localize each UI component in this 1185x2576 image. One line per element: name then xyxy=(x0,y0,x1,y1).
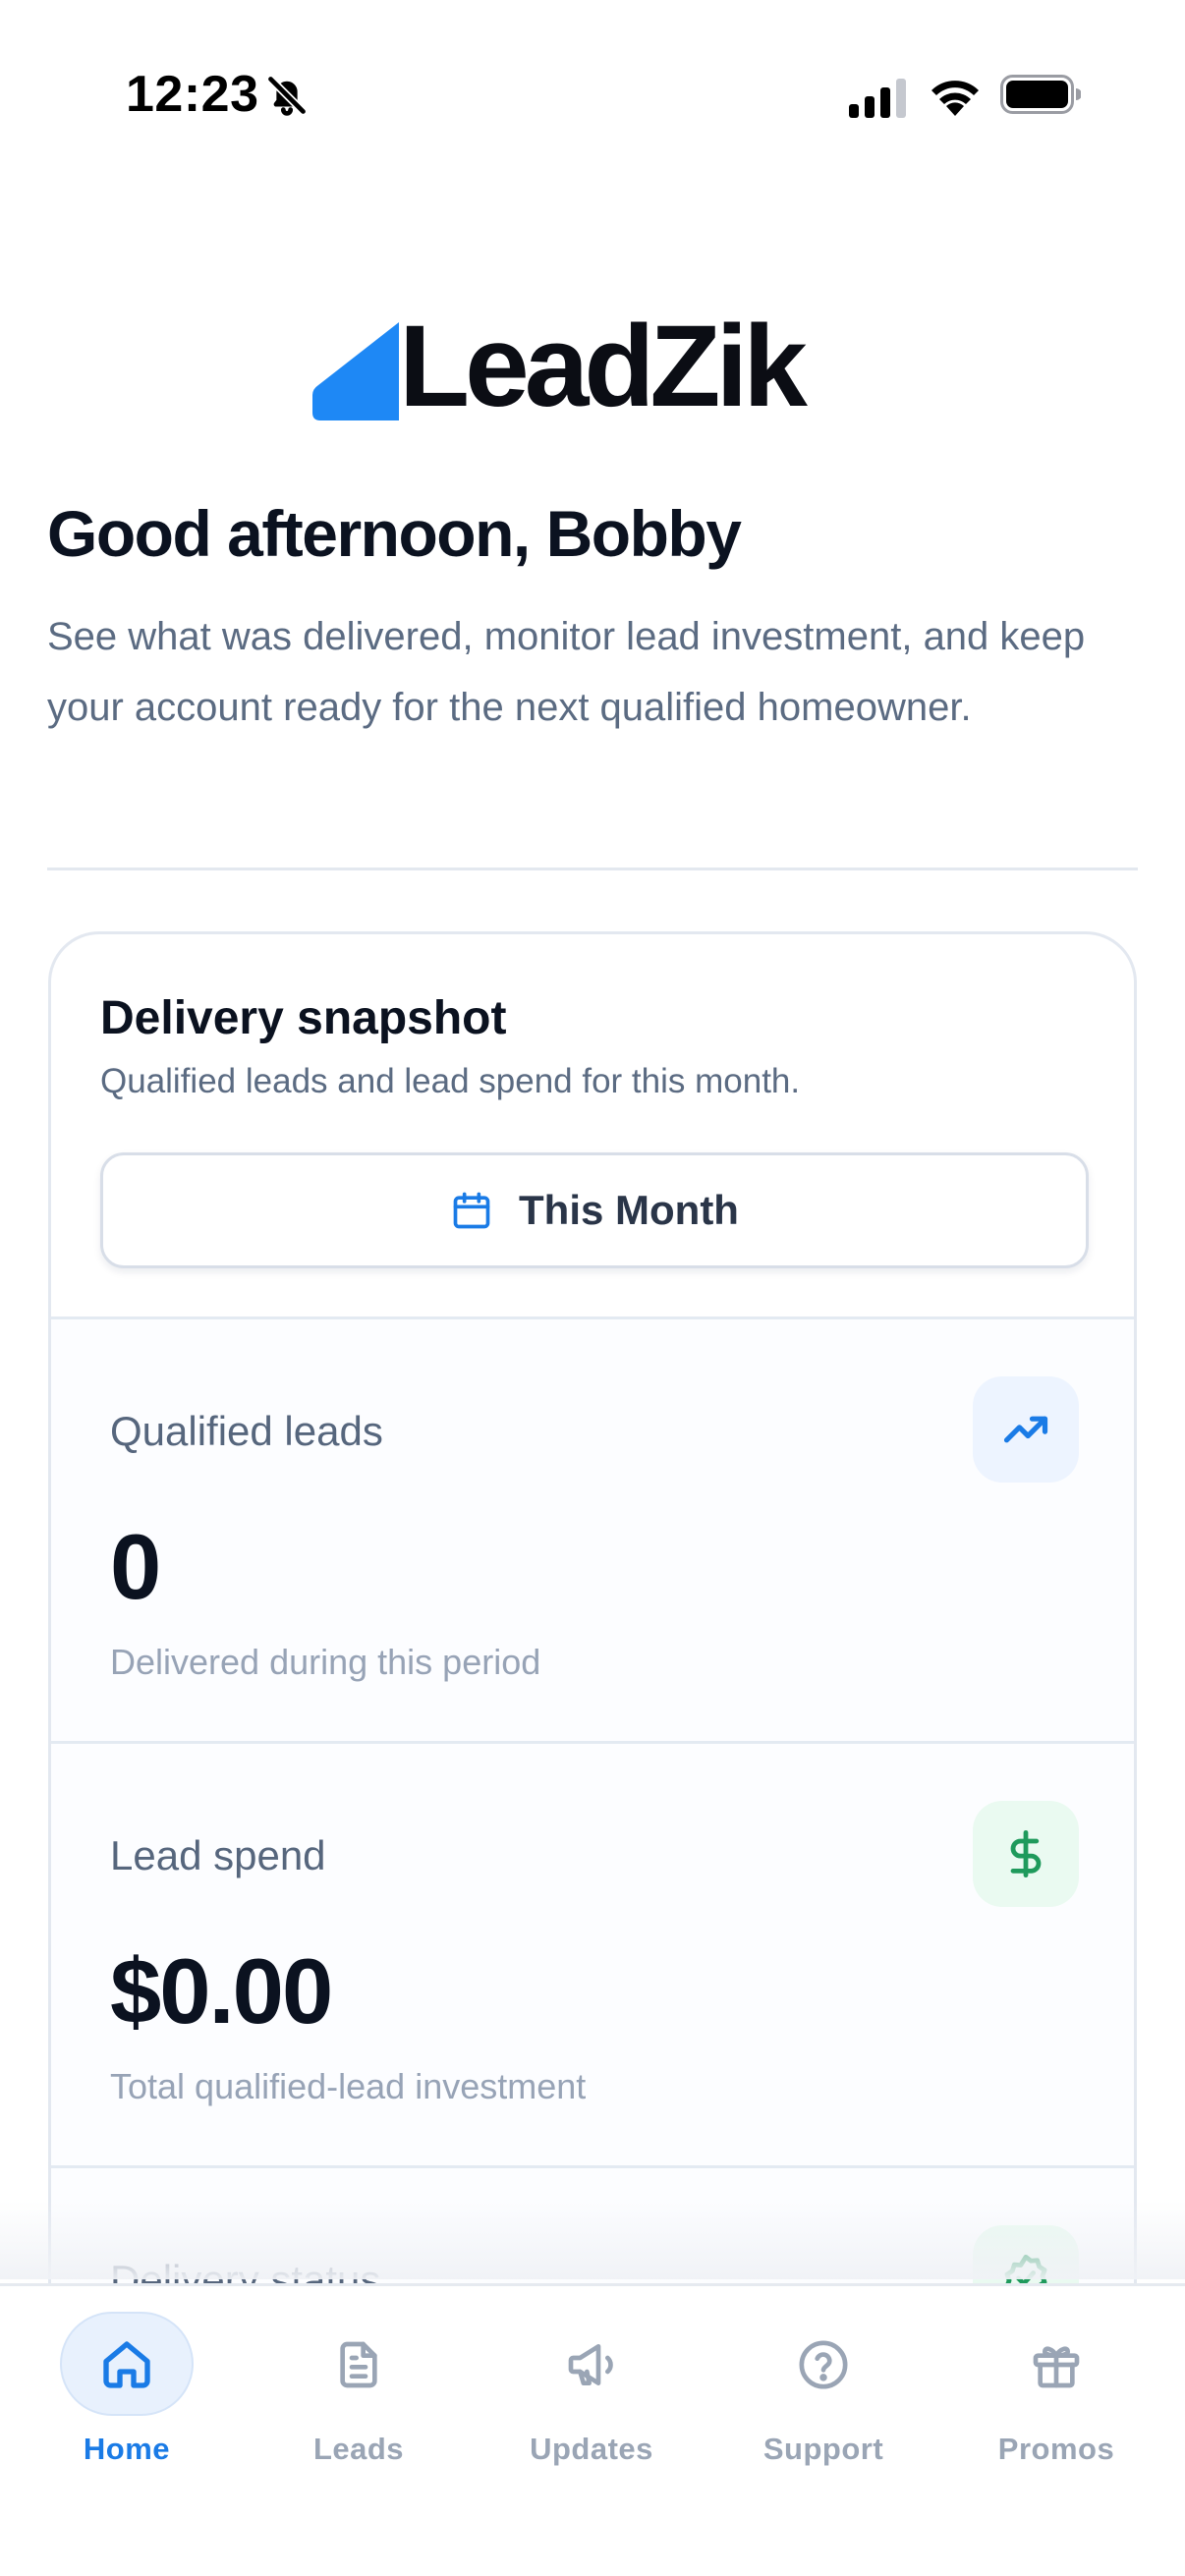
megaphone-icon xyxy=(568,2344,613,2385)
nav-label: Home xyxy=(83,2432,171,2466)
metric-note: Total qualified-lead investment xyxy=(110,2066,587,2106)
logo-text: LeadZik xyxy=(399,302,808,431)
intro-text: See what was delivered, monitor lead inv… xyxy=(47,615,1086,729)
metric-icon-badge xyxy=(973,1801,1079,1907)
card-subtitle: Qualified leads and lead spend for this … xyxy=(100,1062,801,1100)
brand-logo: LeadZik xyxy=(312,303,873,430)
bell-slash-icon xyxy=(266,75,308,116)
divider xyxy=(47,868,1138,870)
metric-value: 0 xyxy=(110,1515,161,1618)
wifi-icon xyxy=(931,81,979,116)
trending-up-icon xyxy=(1003,1416,1048,1443)
greeting-heading: Good afternoon, Bobby xyxy=(47,497,742,570)
gift-icon xyxy=(1033,2346,1080,2388)
delivery-snapshot-card: Delivery snapshot Qualified leads and le… xyxy=(48,931,1137,2405)
metric-note: Delivered during this period xyxy=(110,1642,541,1682)
calendar-icon xyxy=(453,1192,490,1229)
help-circle-icon xyxy=(799,2340,848,2389)
status-bar: 12:23 xyxy=(0,0,1185,187)
metric-label: Lead spend xyxy=(110,1832,326,1878)
nav-item-home[interactable]: Home xyxy=(11,2286,243,2483)
scroll-fade xyxy=(0,2201,1185,2279)
home-icon xyxy=(103,2341,150,2388)
metric-label: Qualified leads xyxy=(110,1408,383,1454)
cellular-signal-icon xyxy=(849,79,906,118)
metric-qualified-leads: Qualified leads 0 Delivered during this … xyxy=(51,1316,1134,1741)
nav-item-leads[interactable]: Leads xyxy=(243,2286,475,2483)
nav-label: Promos xyxy=(997,2432,1115,2466)
nav-item-updates[interactable]: Updates xyxy=(476,2286,707,2483)
period-select-button[interactable]: This Month xyxy=(100,1152,1089,1268)
logo-mark-icon xyxy=(312,322,399,420)
metric-lead-spend: Lead spend $0.00 Total qualified-lead in… xyxy=(51,1741,1134,2165)
document-icon xyxy=(340,2341,377,2388)
metric-icon-badge xyxy=(973,1376,1079,1483)
nav-label: Updates xyxy=(530,2432,653,2466)
status-time: 12:23 xyxy=(126,66,259,123)
nav-label: Leads xyxy=(312,2432,405,2466)
nav-item-support[interactable]: Support xyxy=(707,2286,939,2483)
metric-value: $0.00 xyxy=(110,1939,333,2043)
dollar-icon xyxy=(1010,1829,1042,1878)
battery-icon xyxy=(1000,75,1081,114)
bottom-nav: Home Leads Updates Support Promos xyxy=(0,2283,1185,2576)
nav-item-promos[interactable]: Promos xyxy=(940,2286,1172,2483)
nav-label: Support xyxy=(762,2432,884,2466)
card-title: Delivery snapshot xyxy=(100,992,507,1044)
period-label: This Month xyxy=(519,1187,739,1233)
